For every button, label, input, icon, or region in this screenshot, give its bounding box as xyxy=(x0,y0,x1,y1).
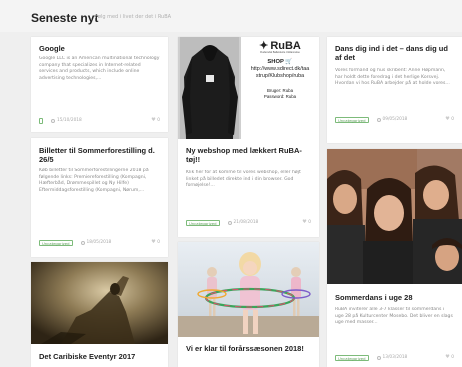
dancer-photo xyxy=(31,262,168,344)
section-title: Seneste nyt xyxy=(31,11,99,25)
clock-icon xyxy=(376,117,381,122)
card-excerpt: Klik her for at komme til vores webshop,… xyxy=(186,170,301,189)
heart-icon[interactable]: ♥ xyxy=(445,117,449,122)
card-meta: Uncategorized 18/05/2018 ♥ 0 xyxy=(39,239,160,246)
card-date: 21/08/2018 xyxy=(227,220,258,225)
card-date: 09/05/2018 xyxy=(376,117,407,122)
shop-banner: ✦ RuBA Rudersdal Balletskole Uddannelse S… xyxy=(241,37,319,100)
news-card-dans-dig-ind[interactable]: Dans dig ind i det – dans dig ud af det … xyxy=(327,37,462,143)
card-excerpt: Køb billetter til Sommerforestillingerne… xyxy=(39,168,149,193)
card-date: 18/05/2018 xyxy=(80,240,111,245)
card-excerpt: Google LLC is an American multinational … xyxy=(39,56,160,81)
clock-icon xyxy=(51,118,55,123)
card-date: 13/03/2018 xyxy=(376,355,407,360)
category-tag[interactable]: Uncategorized xyxy=(186,219,220,226)
like-count[interactable]: ♥ 0 xyxy=(151,240,160,246)
news-card-caribiske[interactable]: Det Caribiske Eventyr 2017 xyxy=(31,262,168,367)
category-tag[interactable]: Uncategorized xyxy=(335,354,369,361)
like-count[interactable]: ♥ 0 xyxy=(445,355,454,361)
heart-icon[interactable]: ♥ xyxy=(445,355,449,360)
section-subtitle: Følg med i livet der det i RuBA xyxy=(95,14,172,20)
dancing-girls-photo xyxy=(327,149,462,284)
clock-icon xyxy=(376,355,381,360)
category-tag[interactable]: Uncategorized xyxy=(335,116,369,123)
heart-icon[interactable]: ♥ xyxy=(302,220,306,225)
card-meta: 15/10/2018 ♥ 0 xyxy=(39,117,160,124)
card-meta: Uncategorized 13/03/2018 ♥ 0 xyxy=(335,354,454,361)
category-tag[interactable]: Uncategorized xyxy=(39,239,73,246)
card-date: 15/10/2018 xyxy=(51,118,82,123)
card-title[interactable]: Vi er klar til forårssæsonen 2018! xyxy=(178,344,319,353)
news-card-webshop[interactable]: ✦ RuBA Rudersdal Balletskole Uddannelse S… xyxy=(178,37,319,237)
card-title[interactable]: Dans dig ind i det – dans dig ud af det xyxy=(327,44,462,62)
hoodie-photo xyxy=(178,37,241,139)
hula-hoop-photo xyxy=(178,242,319,337)
shop-label: SHOP 🛒 xyxy=(267,59,293,65)
card-title[interactable]: Det Caribiske Eventyr 2017 xyxy=(31,352,168,361)
cart-icon: 🛒 xyxy=(285,59,293,65)
news-card-foraarssaeson[interactable]: Vi er klar til forårssæsonen 2018! xyxy=(178,242,319,367)
shop-credentials: Bruger: Ruba Password: Ruba xyxy=(263,88,297,99)
like-count[interactable]: ♥ 0 xyxy=(302,220,311,226)
card-image-girls[interactable] xyxy=(327,149,462,284)
card-excerpt: RuBA inviterer alle 3-7 klasser til somm… xyxy=(335,307,453,326)
shop-url: http://www.sdirect.dk/taa strup/Klubshop/… xyxy=(250,66,310,79)
card-meta: Uncategorized 21/08/2018 ♥ 0 xyxy=(186,219,311,226)
card-title[interactable]: Billetter til Sommerforestilling d. 26/5 xyxy=(31,146,168,164)
card-meta: Uncategorized 09/05/2018 ♥ 0 xyxy=(335,116,454,123)
clock-icon xyxy=(227,220,232,225)
like-count[interactable]: ♥ 0 xyxy=(445,117,454,123)
category-tag[interactable] xyxy=(39,117,43,124)
heart-icon[interactable]: ♥ xyxy=(151,240,155,245)
like-count[interactable]: ♥ 0 xyxy=(151,118,160,124)
card-title[interactable]: Sommerdans i uge 28 xyxy=(327,293,462,302)
clock-icon xyxy=(80,240,85,245)
section-header: Seneste nyt Følg med i livet der det i R… xyxy=(0,0,462,32)
card-excerpt: Vores formand og hus skribent: Anne Høpm… xyxy=(335,68,450,87)
news-card-google[interactable]: Google Google LLC is an American multina… xyxy=(31,37,168,132)
card-image-shop[interactable]: ✦ RuBA Rudersdal Balletskole Uddannelse S… xyxy=(178,37,319,139)
news-card-billetter[interactable]: Billetter til Sommerforestilling d. 26/5… xyxy=(31,138,168,257)
card-title[interactable]: Google xyxy=(31,44,73,53)
news-card-sommerdans[interactable]: Sommerdans i uge 28 RuBA inviterer alle … xyxy=(327,149,462,367)
card-image-dancer[interactable] xyxy=(31,262,168,344)
card-title[interactable]: Ny webshop med lækkert RuBA-tøj!! xyxy=(178,146,319,164)
heart-icon[interactable]: ♥ xyxy=(151,118,155,123)
card-image-hula[interactable] xyxy=(178,242,319,337)
